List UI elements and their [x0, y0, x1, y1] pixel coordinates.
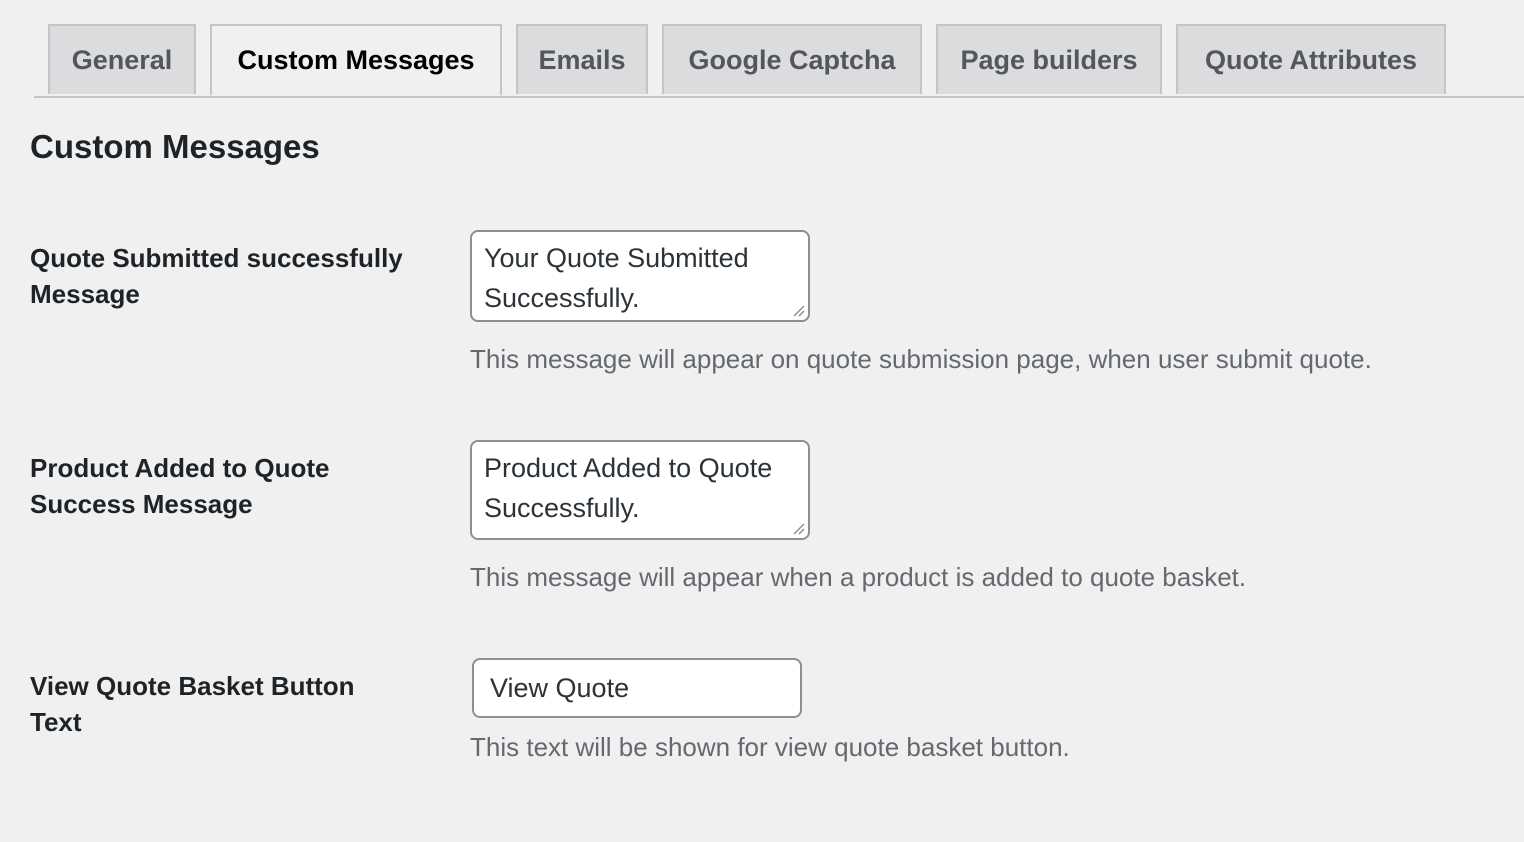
tab-page-builders[interactable]: Page builders [936, 24, 1162, 94]
settings-tabs: General Custom Messages Emails Google Ca… [34, 24, 1524, 98]
product-added-textarea[interactable]: Product Added to Quote Successfully. [470, 440, 810, 540]
tab-custom-messages[interactable]: Custom Messages [210, 24, 502, 96]
section-title: Custom Messages [30, 128, 320, 165]
view-quote-description: This text will be shown for view quote b… [470, 732, 1070, 762]
product-added-description: This message will appear when a product … [470, 562, 1247, 592]
quote-submitted-value: Your Quote Submitted Successfully. [484, 243, 749, 313]
tab-google-captcha[interactable]: Google Captcha [662, 24, 922, 94]
product-added-label: Product Added to Quote Success Message [30, 453, 330, 519]
view-quote-value: View Quote [490, 672, 630, 703]
tab-quote-attributes[interactable]: Quote Attributes [1176, 24, 1446, 94]
product-added-value: Product Added to Quote Successfully. [484, 453, 773, 523]
resize-grip-icon[interactable] [791, 521, 805, 535]
quote-submitted-label: Quote Submitted successfully Message [30, 243, 403, 309]
quote-submitted-textarea[interactable]: Your Quote Submitted Successfully. [470, 230, 810, 322]
resize-grip-icon[interactable] [791, 303, 805, 317]
view-quote-input[interactable]: View Quote [472, 658, 802, 718]
view-quote-label: View Quote Basket Button Text [30, 671, 355, 737]
quote-submitted-description: This message will appear on quote submis… [470, 344, 1372, 374]
tab-general[interactable]: General [48, 24, 196, 94]
tab-emails[interactable]: Emails [516, 24, 648, 94]
